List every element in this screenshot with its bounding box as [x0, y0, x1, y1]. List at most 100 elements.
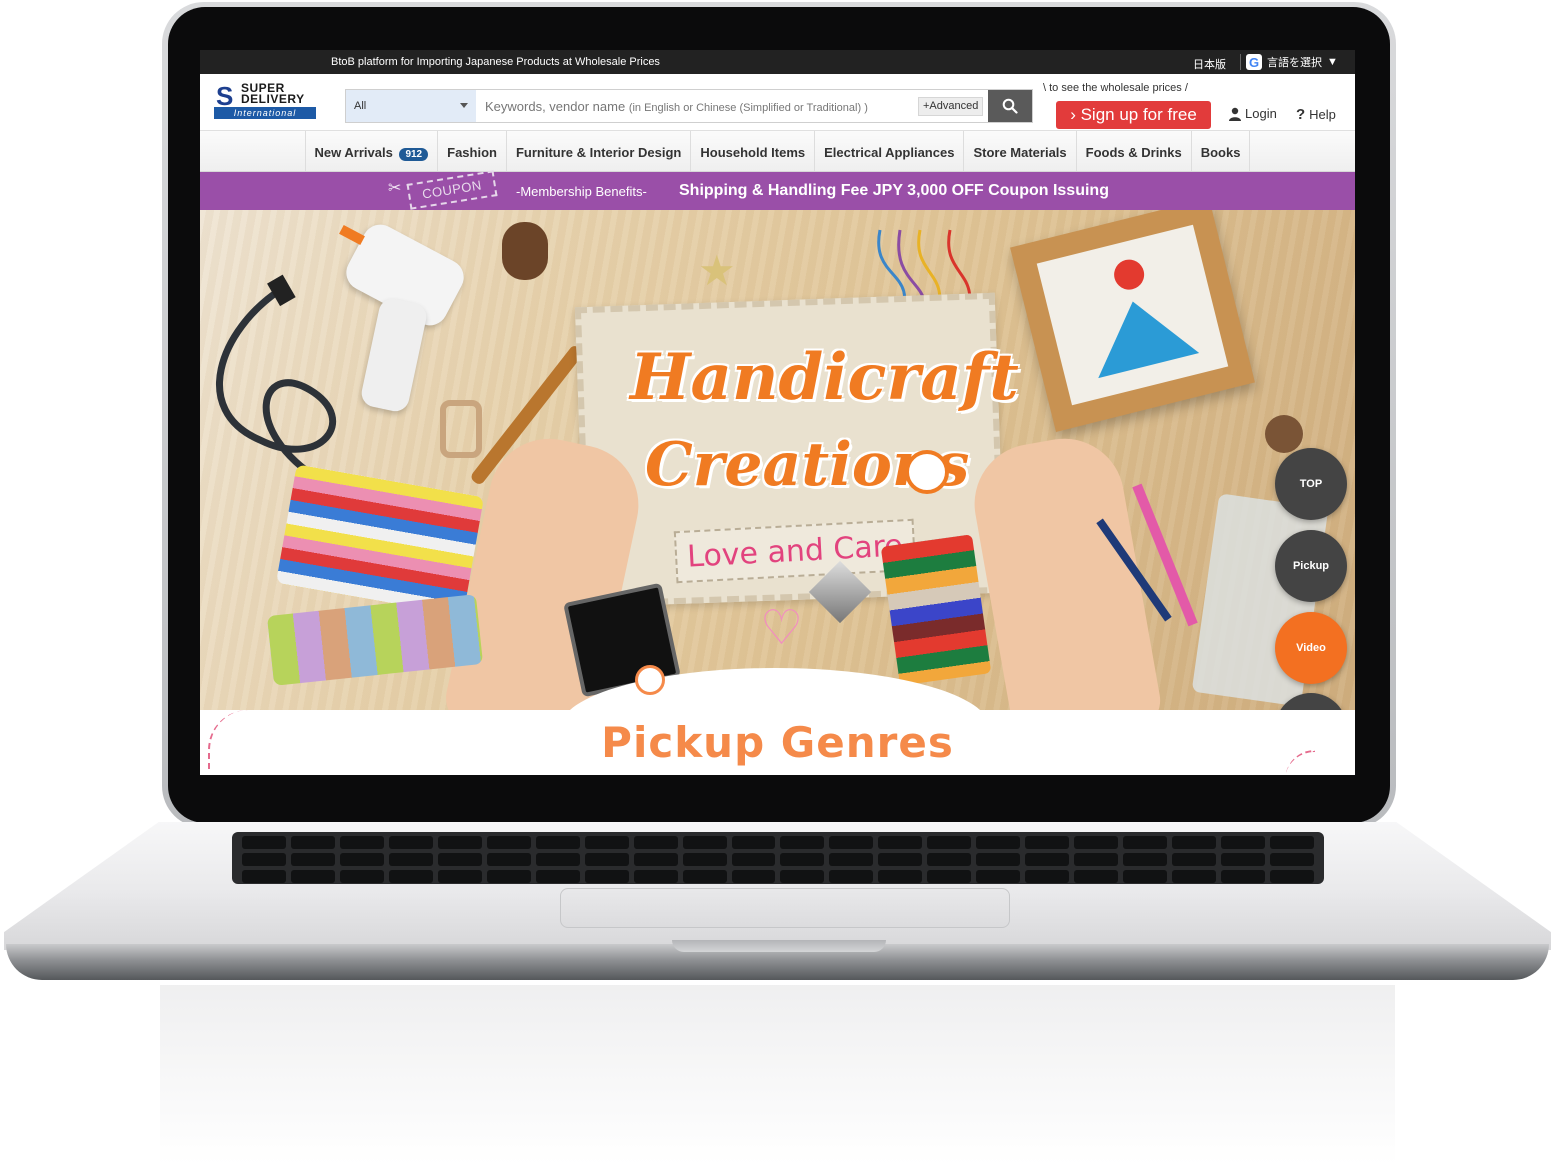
keyboard-key	[486, 870, 531, 883]
keyboard-key	[878, 836, 923, 849]
keyboard-key	[976, 870, 1021, 883]
keyboard-key	[388, 836, 433, 849]
translate-label: 言語を選択	[1267, 57, 1322, 69]
search-bar: All Keywords, vendor name (in English or…	[345, 89, 1033, 123]
keyboard-key	[976, 836, 1021, 849]
keyboard-key	[633, 836, 678, 849]
nav-item-foods-drinks[interactable]: Foods & Drinks	[1075, 131, 1191, 171]
super-delivery-logo[interactable]: S SUPER DELIVERY International	[214, 80, 318, 120]
video-button[interactable]: Video	[1275, 612, 1347, 684]
japanese-version-link[interactable]: 日本版	[1193, 56, 1226, 72]
keyboard-key	[1172, 870, 1217, 883]
keyboard-key	[1221, 836, 1266, 849]
coupon-banner[interactable]: ✂ COUPON -Membership Benefits- Shipping …	[200, 170, 1355, 210]
keyboard-key	[682, 870, 727, 883]
keyboard-key	[1123, 870, 1168, 883]
scissors-icon: ✂	[388, 180, 402, 197]
keyboard-key	[290, 853, 335, 866]
hero-banner[interactable]: ★ Handicraft Creations Love and Care ♡	[200, 210, 1355, 710]
keyboard-key	[829, 853, 874, 866]
nav-item-furniture[interactable]: Furniture & Interior Design	[505, 131, 690, 171]
heart-charm-image: ♡	[760, 602, 804, 655]
keyboard-key	[682, 853, 727, 866]
keyboard-key	[1074, 870, 1119, 883]
felt-bear-image	[502, 222, 548, 280]
keyboard-key	[1221, 870, 1266, 883]
keyboard-key	[731, 836, 776, 849]
pickup-button[interactable]: Pickup	[1275, 530, 1347, 602]
keyboard-key	[1172, 853, 1217, 866]
keyboard-key	[1025, 853, 1070, 866]
site-header: S SUPER DELIVERY International All Keywo…	[200, 74, 1355, 130]
keyboard-key	[242, 870, 286, 883]
chevron-down-icon: ▼	[1327, 56, 1338, 68]
keyboard-key	[388, 853, 433, 866]
keyboard-key	[339, 870, 384, 883]
keyboard-key	[584, 836, 629, 849]
question-mark-icon: ?	[1296, 106, 1306, 123]
red-sun-stitch	[1110, 256, 1148, 293]
advanced-search-button[interactable]: +Advanced	[918, 97, 984, 116]
keyboard-key	[1221, 853, 1266, 866]
nav-item-electrical[interactable]: Electrical Appliances	[814, 131, 963, 171]
keyboard-key	[437, 853, 482, 866]
cross-stitch-canvas	[1036, 224, 1229, 406]
google-translate-selector[interactable]: G 言語を選択 ▼	[1246, 53, 1338, 71]
keyboard-key	[1025, 836, 1070, 849]
search-placeholder-note: (in English or Chinese (Simplified or Tr…	[628, 102, 868, 114]
keyboard-key	[1074, 853, 1119, 866]
search-placeholder: Keywords, vendor name	[485, 99, 626, 114]
nav-item-books[interactable]: Books	[1190, 131, 1251, 171]
keyboard-key	[780, 853, 825, 866]
keyboard-key	[633, 870, 678, 883]
star-charm-image: ★	[698, 247, 736, 294]
laptop-mockup: BtoB platform for Importing Japanese Pro…	[0, 0, 1555, 1165]
nav-item-store-materials[interactable]: Store Materials	[963, 131, 1075, 171]
laptop-base	[4, 822, 1551, 982]
thread-spool-card-image	[880, 534, 992, 686]
coupon-tag: COUPON	[406, 170, 498, 210]
keyboard-key	[1123, 836, 1168, 849]
keyboard-key	[1270, 853, 1314, 866]
logo-word-international: International	[214, 107, 316, 119]
signup-button[interactable]: › Sign up for free	[1056, 101, 1211, 129]
section-title: Pickup Genres	[601, 718, 954, 767]
keyboard-key	[976, 853, 1021, 866]
new-arrivals-count-badge: 912	[399, 148, 429, 161]
nav-item-label: New Arrivals	[314, 145, 393, 160]
site-tagline: BtoB platform for Importing Japanese Pro…	[331, 56, 660, 68]
trackpad	[560, 888, 1010, 928]
power-cord-image	[216, 274, 336, 483]
keyboard	[232, 832, 1324, 884]
top-bar: BtoB platform for Importing Japanese Pro…	[200, 50, 1355, 74]
keyboard-key	[927, 870, 972, 883]
search-category-value: All	[354, 100, 367, 112]
search-input[interactable]: Keywords, vendor name (in English or Chi…	[476, 90, 988, 122]
search-category-select[interactable]: All	[346, 90, 476, 122]
help-link[interactable]: ? Help	[1296, 106, 1336, 123]
keyboard-key	[780, 870, 825, 883]
keyboard-key	[1270, 836, 1314, 849]
keyboard-key	[535, 836, 580, 849]
user-icon	[1229, 107, 1241, 121]
keyboard-key	[780, 836, 825, 849]
nav-item-household[interactable]: Household Items	[690, 131, 814, 171]
keyboard-key	[437, 870, 482, 883]
wholesale-price-hint: \ to see the wholesale prices /	[1043, 82, 1188, 94]
search-button[interactable]	[988, 90, 1032, 122]
keyboard-key	[388, 870, 433, 883]
nav-item-new-arrivals[interactable]: New Arrivals 912	[304, 131, 438, 171]
keyboard-key	[878, 853, 923, 866]
keyboard-key	[290, 870, 335, 883]
google-icon: G	[1246, 54, 1262, 70]
back-to-top-button[interactable]: TOP	[1275, 448, 1347, 520]
chevron-down-icon	[460, 103, 468, 108]
nav-item-fashion[interactable]: Fashion	[437, 131, 506, 171]
keyboard-key	[927, 836, 972, 849]
keyboard-key	[1172, 836, 1217, 849]
keyboard-key	[584, 853, 629, 866]
logo-mark-icon: S	[216, 81, 234, 111]
keyboard-key	[731, 870, 776, 883]
keyboard-key	[339, 836, 384, 849]
login-link[interactable]: Login	[1228, 106, 1277, 121]
